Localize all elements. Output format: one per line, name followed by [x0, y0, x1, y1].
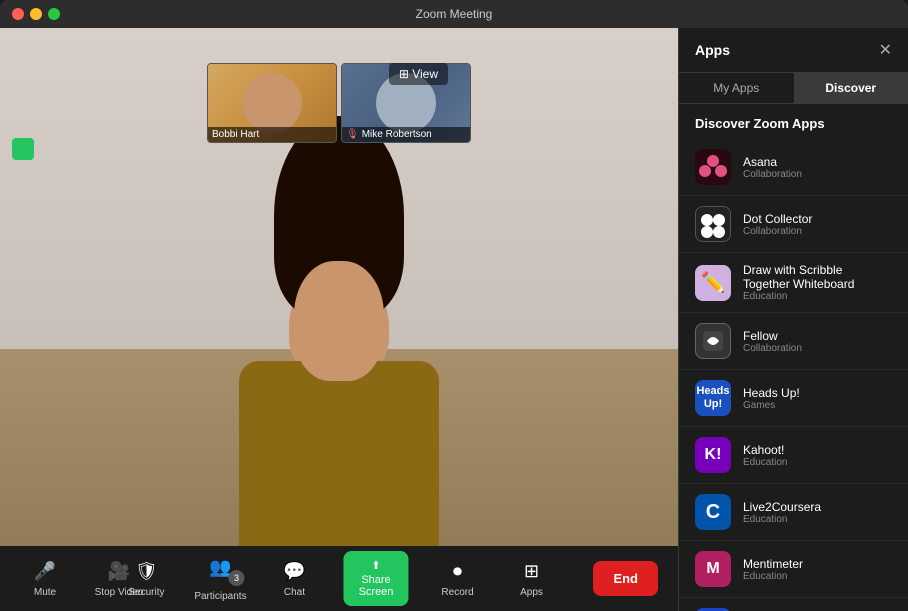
app-item-dot-collector[interactable]: Dot Collector Collaboration	[679, 196, 908, 253]
live2coursera-category: Education	[743, 514, 892, 525]
app-item-asana[interactable]: Asana Collaboration	[679, 139, 908, 196]
app-item-heads-up[interactable]: HeadsUp! Heads Up! Games	[679, 370, 908, 427]
thumbnail-label-2: 🎙 Mike Robertson	[342, 127, 470, 142]
security-tool[interactable]: 🛡 Security	[121, 560, 171, 598]
fellow-info: Fellow Collaboration	[743, 329, 892, 354]
live2coursera-icon: C	[695, 494, 731, 530]
tab-my-apps[interactable]: My Apps	[679, 73, 794, 103]
toolbar-center: 🛡 Security 👥 3 Participants 💬 Chat ⬆ Sha…	[121, 551, 556, 606]
fellow-icon	[695, 323, 731, 359]
apps-tool[interactable]: ⊞ Apps	[507, 560, 557, 598]
thumb-person-1	[242, 73, 302, 133]
end-button[interactable]: End	[593, 561, 658, 596]
kahoot-name: Kahoot!	[743, 443, 892, 457]
share-screen-button[interactable]: ⬆ Share Screen	[343, 551, 408, 606]
minimize-button[interactable]	[30, 8, 42, 20]
dot-collector-name: Dot Collector	[743, 212, 892, 226]
mute-icon: 🎤	[33, 560, 57, 584]
heads-up-category: Games	[743, 400, 892, 411]
dot-collector-category: Collaboration	[743, 226, 892, 237]
dot-collector-info: Dot Collector Collaboration	[743, 212, 892, 237]
asana-category: Collaboration	[743, 169, 892, 180]
mentimeter-category: Education	[743, 571, 892, 582]
video-area: Bobbi Hart 🎙 Mike Robertson ⊞ View 🎤 Mu	[0, 28, 678, 611]
heads-up-name: Heads Up!	[743, 386, 892, 400]
security-icon: 🛡	[134, 560, 158, 584]
thumb-name-1: Bobbi Hart	[212, 129, 259, 140]
toolbar-right: End	[593, 561, 658, 596]
tab-discover[interactable]: Discover	[794, 73, 908, 103]
heads-up-info: Heads Up! Games	[743, 386, 892, 411]
title-bar: Zoom Meeting	[0, 0, 908, 28]
participants-label: Participants	[194, 591, 246, 602]
main-container: Bobbi Hart 🎙 Mike Robertson ⊞ View 🎤 Mu	[0, 28, 908, 611]
heads-up-icon: HeadsUp!	[695, 380, 731, 416]
asana-name: Asana	[743, 155, 892, 169]
chat-icon: 💬	[282, 560, 306, 584]
scribble-info: Draw with Scribble Together Whiteboard E…	[743, 263, 892, 302]
share-screen-tool[interactable]: ⬆ Share Screen	[343, 551, 408, 606]
window-title: Zoom Meeting	[416, 7, 493, 21]
kahoot-icon: K!	[695, 437, 731, 473]
thumb-name-2: Mike Robertson	[362, 129, 432, 140]
thumbnail-bobbi[interactable]: Bobbi Hart	[207, 63, 337, 143]
mentimeter-info: Mentimeter Education	[743, 557, 892, 582]
fellow-category: Collaboration	[743, 343, 892, 354]
mentimeter-icon: M	[695, 551, 731, 587]
main-person-body	[209, 211, 469, 561]
panel-tabs: My Apps Discover	[679, 73, 908, 104]
apps-panel: Apps ✕ My Apps Discover Discover Zoom Ap…	[678, 28, 908, 611]
mute-label: Mute	[34, 587, 56, 598]
person-torso	[239, 361, 439, 561]
mentimeter-name: Mentimeter	[743, 557, 892, 571]
share-screen-icon: ⬆	[371, 559, 380, 572]
app-item-live2coursera[interactable]: C Live2Coursera Education	[679, 484, 908, 541]
chat-label: Chat	[284, 587, 305, 598]
scribble-name: Draw with Scribble Together Whiteboard	[743, 263, 892, 291]
thumbnail-label-1: Bobbi Hart	[208, 127, 336, 142]
live2coursera-info: Live2Coursera Education	[743, 500, 892, 525]
app-item-scribble[interactable]: ✏️ Draw with Scribble Together Whiteboar…	[679, 253, 908, 313]
record-icon: ⏺	[446, 560, 470, 584]
discover-heading: Discover Zoom Apps	[679, 104, 908, 139]
dot-collector-icon	[695, 206, 731, 242]
asana-icon	[695, 149, 731, 185]
security-label: Security	[128, 587, 164, 598]
app-item-kahoot[interactable]: K! Kahoot! Education	[679, 427, 908, 484]
record-tool[interactable]: ⏺ Record	[433, 560, 483, 598]
green-indicator	[12, 138, 34, 160]
share-screen-label: Share Screen	[357, 574, 394, 598]
panel-close-button[interactable]: ✕	[879, 40, 892, 60]
window-controls[interactable]	[12, 8, 60, 20]
participants-tool[interactable]: 👥 3 Participants	[195, 555, 245, 602]
apps-icon: ⊞	[520, 560, 544, 584]
app-item-mentimeter[interactable]: M Mentimeter Education	[679, 541, 908, 598]
view-button[interactable]: ⊞ View	[389, 63, 448, 85]
kahoot-info: Kahoot! Education	[743, 443, 892, 468]
scribble-category: Education	[743, 291, 892, 302]
mute-tool[interactable]: 🎤 Mute	[20, 560, 70, 598]
chat-tool[interactable]: 💬 Chat	[269, 560, 319, 598]
apps-label: Apps	[520, 587, 543, 598]
asana-info: Asana Collaboration	[743, 155, 892, 180]
scribble-icon: ✏️	[695, 265, 731, 301]
kahoot-category: Education	[743, 457, 892, 468]
app-item-wooclap[interactable]: W Wooclap Education	[679, 598, 908, 611]
toolbar: 🎤 Mute 🎥 Stop Video 🛡 Security 👥 3 Parti…	[0, 546, 678, 611]
app-list: Asana Collaboration Dot Collector Collab…	[679, 139, 908, 611]
live2coursera-name: Live2Coursera	[743, 500, 892, 514]
record-label: Record	[441, 587, 473, 598]
panel-header: Apps ✕	[679, 28, 908, 73]
fellow-name: Fellow	[743, 329, 892, 343]
participants-badge: 3	[228, 570, 244, 586]
close-button[interactable]	[12, 8, 24, 20]
panel-title: Apps	[695, 42, 730, 58]
maximize-button[interactable]	[48, 8, 60, 20]
app-item-fellow[interactable]: Fellow Collaboration	[679, 313, 908, 370]
person-face	[294, 261, 384, 381]
